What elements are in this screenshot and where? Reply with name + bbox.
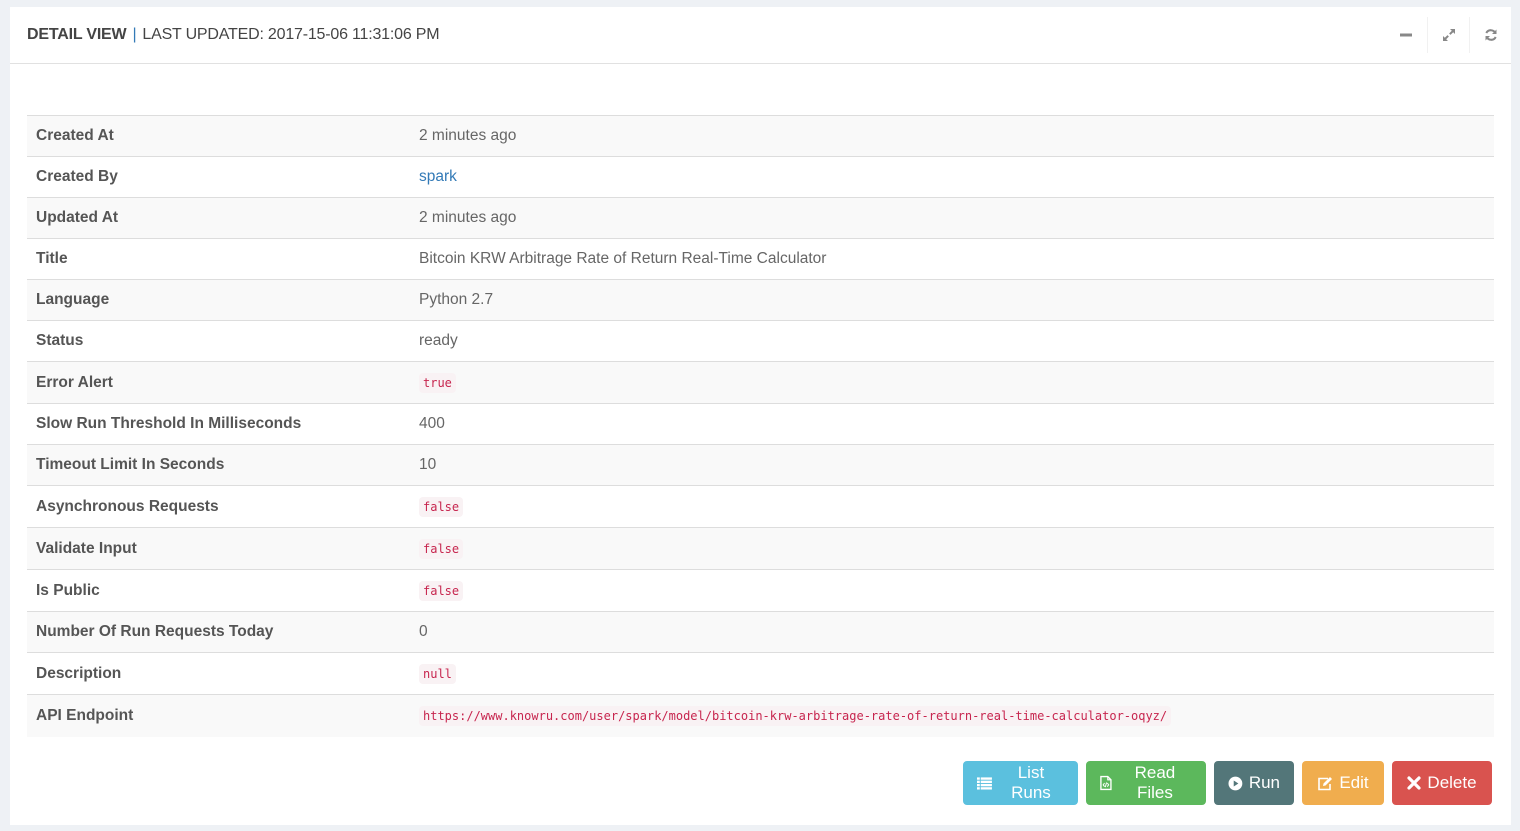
detail-key: Slow Run Threshold In Milliseconds xyxy=(36,415,302,432)
detail-key: Created By xyxy=(36,168,118,185)
read-files-button[interactable]: Read Files xyxy=(1086,761,1206,805)
list-icon xyxy=(977,777,992,790)
detail-key: Number Of Run Requests Today xyxy=(36,623,274,640)
details-table-wrapper: Created At 2 minutes ago Created By spark Up… xyxy=(27,115,1494,737)
detail-key: Created At xyxy=(36,127,114,144)
title-separator: | xyxy=(132,26,137,43)
read-files-label: Read Files xyxy=(1134,763,1176,802)
detail-row: Validate Input false xyxy=(27,527,1494,570)
delete-label: Delete xyxy=(1427,773,1477,792)
detail-row: Slow Run Threshold In Milliseconds 400 xyxy=(27,403,1494,445)
details-table: Created At 2 minutes ago Created By spark Up… xyxy=(27,115,1494,737)
reload-button[interactable] xyxy=(1469,17,1511,53)
detail-code-value: false xyxy=(419,538,464,559)
panel-title: DETAIL VIEW | LAST UPDATED: 2017-15-06 11:… xyxy=(27,26,440,44)
detail-value-cell: false xyxy=(410,486,1494,528)
detail-value-cell: https://www.knowru.com/user/spark/model/… xyxy=(410,695,1494,737)
detail-row: Updated At 2 minutes ago xyxy=(27,197,1494,239)
detail-value-cell: Bitcoin KRW Arbitrage Rate of Return Rea… xyxy=(410,239,1494,280)
detail-value-cell: 2 minutes ago xyxy=(410,116,1494,157)
detail-value: Python 2.7 xyxy=(419,291,494,308)
detail-value-cell: 10 xyxy=(410,445,1494,486)
detail-code-value: false xyxy=(419,580,464,601)
last-updated: LAST UPDATED: 2017-15-06 11:31:06 PM xyxy=(142,26,440,43)
detail-key: Timeout Limit In Seconds xyxy=(36,456,225,473)
detail-row: Status ready xyxy=(27,320,1494,362)
run-button[interactable]: Run xyxy=(1214,761,1294,805)
detail-view-title: DETAIL VIEW xyxy=(27,26,127,43)
detail-row: Number Of Run Requests Today 0 xyxy=(27,611,1494,653)
detail-key: Description xyxy=(36,664,122,682)
fullscreen-button[interactable] xyxy=(1427,17,1469,53)
detail-row: Is Public false xyxy=(27,569,1494,612)
times-icon xyxy=(1407,776,1422,790)
detail-key: Is Public xyxy=(36,581,100,599)
detail-value: 10 xyxy=(419,456,437,473)
detail-value-cell: spark xyxy=(410,157,1494,198)
panel-tools xyxy=(1385,17,1511,53)
detail-code-value: false xyxy=(419,496,464,517)
detail-value-cell: 0 xyxy=(410,612,1494,653)
code-file-icon xyxy=(1100,775,1112,791)
detail-value: ready xyxy=(419,332,458,349)
action-buttons: List Runs Read Files Run Edit Delete xyxy=(963,761,1492,805)
created-by-link[interactable]: spark xyxy=(419,168,457,185)
detail-row: Description null xyxy=(27,652,1494,695)
detail-key: Title xyxy=(36,250,68,267)
list-runs-button[interactable]: List Runs xyxy=(963,761,1078,805)
detail-value: 0 xyxy=(419,623,428,640)
detail-code-value: https://www.knowru.com/user/spark/model/… xyxy=(419,705,1172,726)
detail-key: Asynchronous Requests xyxy=(36,497,219,515)
detail-value-cell: true xyxy=(410,362,1494,404)
edit-label: Edit xyxy=(1339,773,1369,792)
detail-panel: DETAIL VIEW | LAST UPDATED: 2017-15-06 11:… xyxy=(10,7,1511,825)
detail-value: 2 minutes ago xyxy=(419,127,517,144)
detail-row: Language Python 2.7 xyxy=(27,279,1494,321)
detail-row: Created At 2 minutes ago xyxy=(27,115,1494,157)
detail-row: Timeout Limit In Seconds 10 xyxy=(27,444,1494,486)
detail-key: Updated At xyxy=(36,209,119,226)
play-circle-icon xyxy=(1228,776,1243,790)
detail-value-cell: ready xyxy=(410,321,1494,362)
detail-value: 2 minutes ago xyxy=(419,209,517,226)
detail-key: Status xyxy=(36,332,84,349)
detail-key: Validate Input xyxy=(36,539,137,557)
detail-value: Bitcoin KRW Arbitrage Rate of Return Rea… xyxy=(419,250,827,267)
edit-button[interactable]: Edit xyxy=(1302,761,1384,805)
detail-key: API Endpoint xyxy=(36,706,134,724)
panel-header: DETAIL VIEW | LAST UPDATED: 2017-15-06 11:… xyxy=(10,7,1511,64)
detail-row: Title Bitcoin KRW Arbitrage Rate of Retur… xyxy=(27,238,1494,280)
detail-value: 400 xyxy=(419,415,445,432)
detail-value-cell: false xyxy=(410,570,1494,612)
detail-value-cell: 2 minutes ago xyxy=(410,198,1494,239)
detail-row: Error Alert true xyxy=(27,361,1494,404)
delete-button[interactable]: Delete xyxy=(1392,761,1492,805)
detail-value-cell: null xyxy=(410,653,1494,695)
detail-code-value: true xyxy=(419,372,456,393)
detail-row: Created By spark xyxy=(27,156,1494,198)
detail-value-cell: Python 2.7 xyxy=(410,280,1494,321)
detail-code-value: null xyxy=(419,663,456,684)
detail-key: Error Alert xyxy=(36,373,113,391)
collapse-button[interactable] xyxy=(1385,17,1427,53)
detail-key: Language xyxy=(36,291,110,308)
expand-icon xyxy=(1442,29,1455,41)
detail-value-cell: 400 xyxy=(410,404,1494,445)
minus-icon xyxy=(1400,33,1412,37)
edit-icon xyxy=(1318,776,1333,790)
detail-row: API Endpoint https://www.knowru.com/user/… xyxy=(27,694,1494,737)
detail-value-cell: false xyxy=(410,528,1494,570)
run-label: Run xyxy=(1248,773,1280,792)
detail-row: Asynchronous Requests false xyxy=(27,485,1494,528)
list-runs-label: List Runs xyxy=(1011,763,1051,802)
refresh-icon xyxy=(1484,29,1497,41)
